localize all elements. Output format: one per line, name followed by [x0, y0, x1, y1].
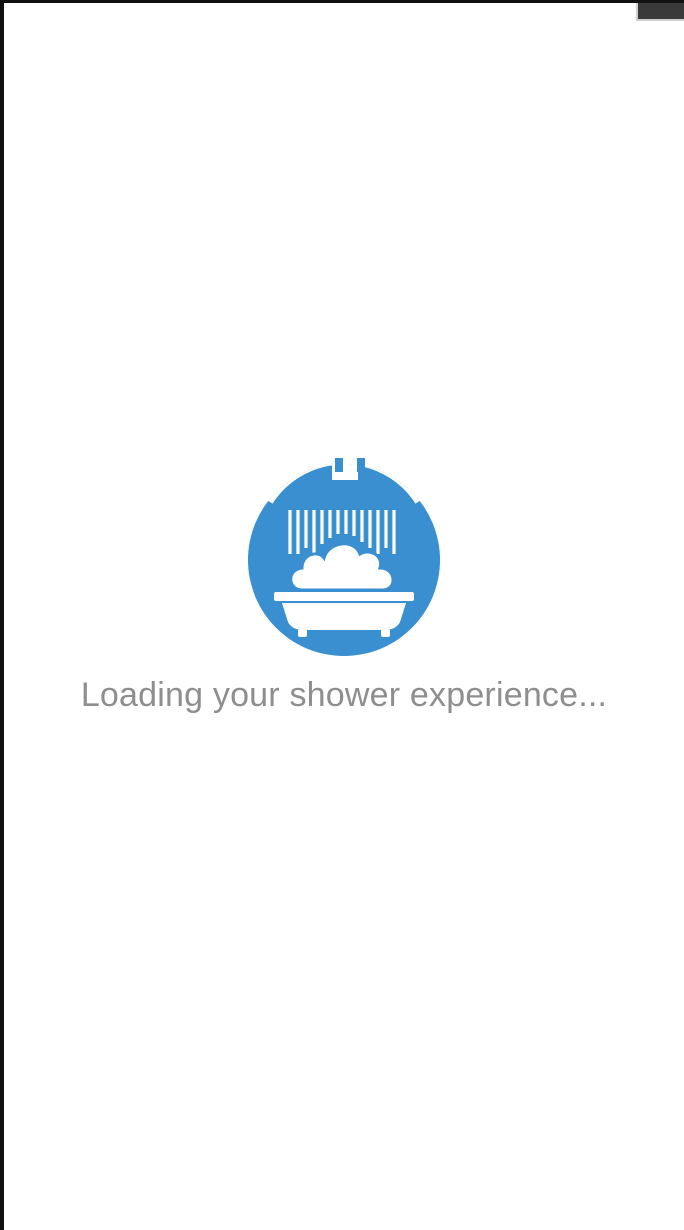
- shower-bathtub-icon: [248, 458, 440, 656]
- loading-message: Loading your shower experience...: [80, 676, 608, 714]
- splash-container: Loading your shower experience...: [4, 458, 684, 715]
- app-screen: Loading your shower experience...: [0, 0, 684, 1230]
- window-corner-control[interactable]: [636, 3, 684, 21]
